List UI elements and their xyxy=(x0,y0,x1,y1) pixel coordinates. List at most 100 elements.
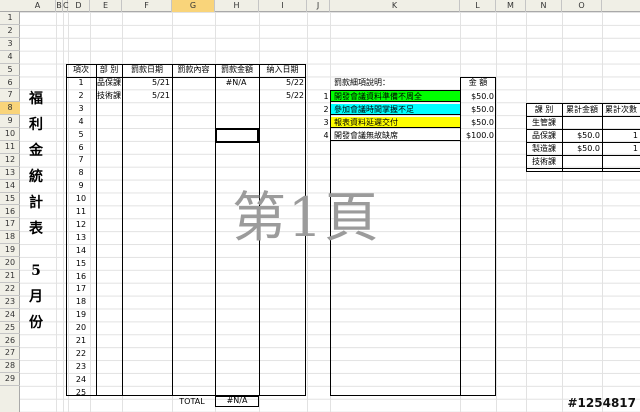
column-label: 部 別 xyxy=(99,65,119,74)
column-header-b[interactable]: B xyxy=(56,0,63,12)
row-number: 16 xyxy=(75,271,87,281)
summary-count: 1 xyxy=(632,143,638,153)
row-header-28[interactable]: 28 xyxy=(0,360,20,374)
selected-cell[interactable] xyxy=(215,128,259,143)
column-header-d[interactable]: D xyxy=(68,0,90,12)
row-header-12[interactable]: 12 xyxy=(0,154,20,167)
column-label: 罰款金額 xyxy=(221,65,253,74)
summary-rowline xyxy=(526,167,640,169)
row-header-21[interactable]: 21 xyxy=(0,270,20,283)
row-header-27[interactable]: 27 xyxy=(0,347,20,361)
rule-amount: $50.0 xyxy=(471,104,494,114)
rule-text: 開發會議無故缺席 xyxy=(334,130,398,140)
row-header-1[interactable]: 1 xyxy=(0,12,20,25)
rule-text: 開發會議資料準備不周全 xyxy=(334,92,422,101)
row-header-2[interactable]: 2 xyxy=(0,25,20,38)
row-header-16[interactable]: 16 xyxy=(0,206,20,219)
gridline xyxy=(496,12,497,412)
row-header-20[interactable]: 20 xyxy=(0,257,20,270)
row-header-14[interactable]: 14 xyxy=(0,180,20,193)
vertical-title-char: 份 xyxy=(29,315,43,331)
row-header-13[interactable]: 13 xyxy=(0,167,20,180)
column-header-o[interactable]: O xyxy=(562,0,602,12)
row-number: 7 xyxy=(78,155,84,165)
total-value: #N/A xyxy=(226,396,248,405)
row-header-22[interactable]: 22 xyxy=(0,283,20,296)
summary-dept: 品保課 xyxy=(532,130,556,140)
summary-dept: 生管課 xyxy=(532,118,556,127)
row-header-10[interactable]: 10 xyxy=(0,128,20,141)
vertical-title-char: 金 xyxy=(29,143,43,159)
rule-amount: $50.0 xyxy=(471,117,494,127)
row-header-18[interactable]: 18 xyxy=(0,231,20,245)
column-label: 項次 xyxy=(73,65,89,74)
column-header-n[interactable]: N xyxy=(526,0,562,12)
row-header-4[interactable]: 4 xyxy=(0,51,20,64)
row-header-11[interactable]: 11 xyxy=(0,141,20,154)
in-date-cell: 5/22 xyxy=(286,78,304,87)
row-number: 17 xyxy=(75,284,87,294)
row-header-29[interactable]: 29 xyxy=(0,373,20,387)
column-header-j[interactable]: J xyxy=(307,0,330,12)
row-header-5[interactable]: 5 xyxy=(0,64,20,77)
column-header-f[interactable]: F xyxy=(122,0,172,12)
summary-dept: 技術課 xyxy=(532,156,556,166)
row-number: 24 xyxy=(75,374,87,384)
row-number: 25 xyxy=(75,387,87,397)
row-number: 1 xyxy=(78,78,84,87)
column-header-m[interactable]: M xyxy=(496,0,526,12)
amount-header: 金 額 xyxy=(468,78,488,87)
gridline xyxy=(602,12,603,412)
table-divider xyxy=(215,64,216,396)
column-header-k[interactable]: K xyxy=(330,0,460,12)
in-date-cell: 5/22 xyxy=(286,90,304,100)
summary-amount: $50.0 xyxy=(577,143,600,153)
column-header-g[interactable]: G xyxy=(172,0,215,12)
row-header-26[interactable]: 26 xyxy=(0,335,20,348)
column-label: 罰款內容 xyxy=(177,65,210,74)
vertical-title-char: 計 xyxy=(29,195,43,211)
row-header-6[interactable]: 6 xyxy=(0,77,20,90)
row-header-24[interactable]: 24 xyxy=(0,309,20,322)
row-number: 14 xyxy=(75,245,87,255)
summary-dept: 製造課 xyxy=(532,143,556,153)
row-header-15[interactable]: 15 xyxy=(0,193,20,206)
row-header-3[interactable]: 3 xyxy=(0,38,20,51)
summary-header: 累計次數 xyxy=(605,105,637,114)
row-number: 21 xyxy=(75,336,87,345)
row-number: 8 xyxy=(78,168,84,178)
rule-number: 3 xyxy=(323,117,329,127)
row-number: 10 xyxy=(75,194,87,204)
column-header-e[interactable]: E xyxy=(90,0,122,12)
vertical-title-char: 5 xyxy=(31,263,41,279)
row-header-23[interactable]: 23 xyxy=(0,296,20,309)
table-divider xyxy=(122,64,123,396)
row-header-8[interactable]: 8 xyxy=(0,102,20,116)
gridline xyxy=(56,12,57,412)
row-number: 13 xyxy=(75,232,87,242)
summary-header: 累計金額 xyxy=(566,105,598,114)
column-header-h[interactable]: H xyxy=(215,0,259,12)
row-number: 3 xyxy=(78,103,84,113)
dept-cell: 品保課 xyxy=(97,78,121,87)
row-header-7[interactable]: 7 xyxy=(0,89,20,103)
row-header-17[interactable]: 17 xyxy=(0,218,20,232)
row-number: 11 xyxy=(75,207,87,216)
vertical-title-char: 統 xyxy=(29,169,43,185)
image-id: #1254817 xyxy=(567,396,636,410)
row-header-19[interactable]: 19 xyxy=(0,244,20,258)
column-header-a[interactable]: A xyxy=(20,0,56,12)
column-header-l[interactable]: L xyxy=(460,0,496,12)
table-divider xyxy=(172,64,173,396)
column-label: 納入日期 xyxy=(266,65,299,74)
amount-cell: #N/A xyxy=(225,78,247,87)
row-number: 15 xyxy=(75,258,87,268)
column-header-i[interactable]: I xyxy=(259,0,307,12)
date-cell: 5/21 xyxy=(152,78,170,87)
row-header-9[interactable]: 9 xyxy=(0,115,20,129)
vertical-title-char: 月 xyxy=(29,289,43,305)
row-number: 18 xyxy=(75,297,87,307)
rules-header: 罰款細項說明： xyxy=(334,78,390,87)
table-divider xyxy=(96,64,97,396)
row-header-25[interactable]: 25 xyxy=(0,322,20,335)
